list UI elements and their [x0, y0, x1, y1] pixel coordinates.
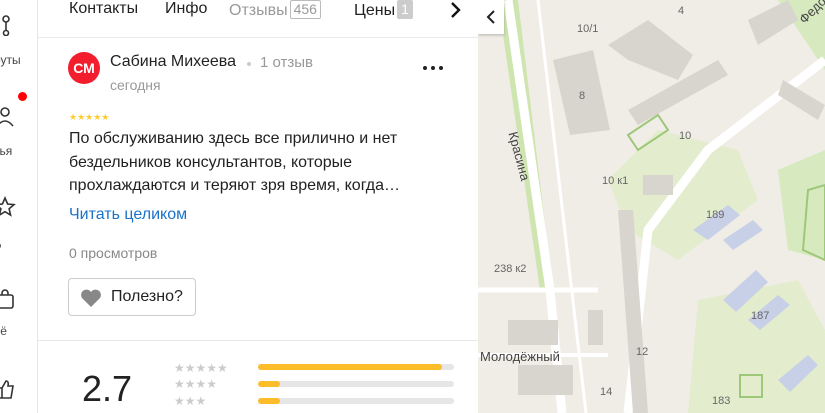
review-card: СМ Сабина Михеева 1 отзыв сегодня ★★★★★ …	[38, 38, 478, 338]
dot-icon	[431, 66, 435, 70]
rating-summary: 2.7 ★★★★★ ★★★★ ★★★	[38, 341, 478, 413]
reviews-panel: Контакты Инфо Отзывы 456 Цены 1 СМ Сабина …	[38, 0, 478, 413]
author-name[interactable]: Сабина Михеева	[110, 53, 236, 71]
rating-value: 2.7	[82, 368, 133, 409]
review-stars: ★★★★★	[69, 112, 110, 122]
rating-bar-fill	[258, 364, 443, 370]
rail-item-health[interactable]: ьё	[0, 280, 37, 350]
map-label-house: 238 к2	[494, 263, 527, 275]
tab-contacts[interactable]: Контакты	[69, 0, 138, 18]
useful-button[interactable]: Полезно?	[68, 278, 196, 316]
rating-row-stars-3: ★★★	[174, 394, 207, 408]
map-label-house: 14	[600, 386, 613, 398]
map-label-house: 10	[679, 130, 692, 142]
more-options-button[interactable]	[422, 56, 444, 78]
collapse-panel-button[interactable]	[478, 0, 504, 34]
map-view[interactable]: 4 10/1 8 Красина 10 10 к1 189 238 к2 187…	[478, 0, 825, 413]
tab-bar: Контакты Инфо Отзывы 456 Цены 1	[38, 0, 478, 38]
tab-info[interactable]: Инфо	[165, 0, 207, 18]
thumb-up-icon	[0, 380, 14, 399]
rating-bar-3	[258, 398, 454, 404]
map-label-house: 10/1	[577, 23, 599, 35]
separator-dot	[247, 62, 251, 66]
tab-reviews[interactable]: Отзывы 456	[229, 0, 321, 20]
route-icon	[2, 15, 10, 36]
tab-reviews-label: Отзывы	[229, 2, 288, 19]
rail-label-favorites: д	[0, 234, 1, 248]
rail-item-favorites[interactable]: д	[0, 180, 37, 260]
review-date: сегодня	[110, 77, 161, 93]
author-reviews-count: 1 отзыв	[260, 54, 314, 71]
rating-bar-fill	[258, 381, 280, 387]
review-text: По обслуживанию здесь все прилично и нет…	[69, 130, 401, 194]
read-more-link[interactable]: Читать целиком	[69, 206, 187, 224]
tab-reviews-count: 456	[289, 0, 321, 19]
rating-bar-fill	[258, 398, 280, 404]
tab-prices-count: 1	[397, 0, 413, 19]
dot-icon	[439, 66, 443, 70]
tab-info-label: Инфо	[165, 0, 208, 17]
rail-item-friends[interactable]: зья	[0, 80, 37, 160]
avatar[interactable]: СМ	[68, 52, 100, 84]
chevron-right-icon[interactable]	[442, 0, 468, 24]
map-label-house: 12	[636, 346, 649, 358]
rail-label-friends: зья	[0, 144, 13, 158]
map-label-house: 4	[678, 5, 685, 17]
tab-contacts-label: Контакты	[69, 0, 139, 17]
rating-row-stars-5: ★★★★★	[174, 361, 228, 375]
rail-item-routes[interactable]: руты	[0, 0, 37, 80]
left-rail: руты зья д ьё	[0, 0, 38, 413]
map-label-house: 189	[706, 209, 725, 221]
friends-icon	[0, 107, 14, 127]
heart-icon	[81, 289, 101, 307]
useful-label: Полезно?	[111, 288, 183, 305]
map-label-district: Молодёжный	[480, 349, 560, 364]
tab-prices-label: Цены	[354, 2, 396, 19]
rating-bar-5	[258, 364, 454, 370]
rating-row-stars-4: ★★★★	[174, 377, 218, 391]
bag-icon	[0, 289, 14, 309]
map-label-house: 8	[579, 90, 586, 102]
map-label-house: 187	[751, 310, 770, 322]
rating-bar-4	[258, 381, 454, 387]
map-label-house: 10 к1	[602, 175, 629, 187]
chevron-left-icon	[486, 10, 495, 24]
dot-icon	[423, 66, 427, 70]
map-label-house: 183	[712, 395, 731, 407]
rail-item-like[interactable]	[0, 372, 37, 413]
tab-prices[interactable]: Цены 1	[354, 0, 413, 20]
rail-label-health: ьё	[0, 324, 7, 338]
rail-label-routes: руты	[0, 53, 21, 67]
views-count: 0 просмотров	[69, 245, 158, 261]
star-icon	[0, 196, 16, 217]
